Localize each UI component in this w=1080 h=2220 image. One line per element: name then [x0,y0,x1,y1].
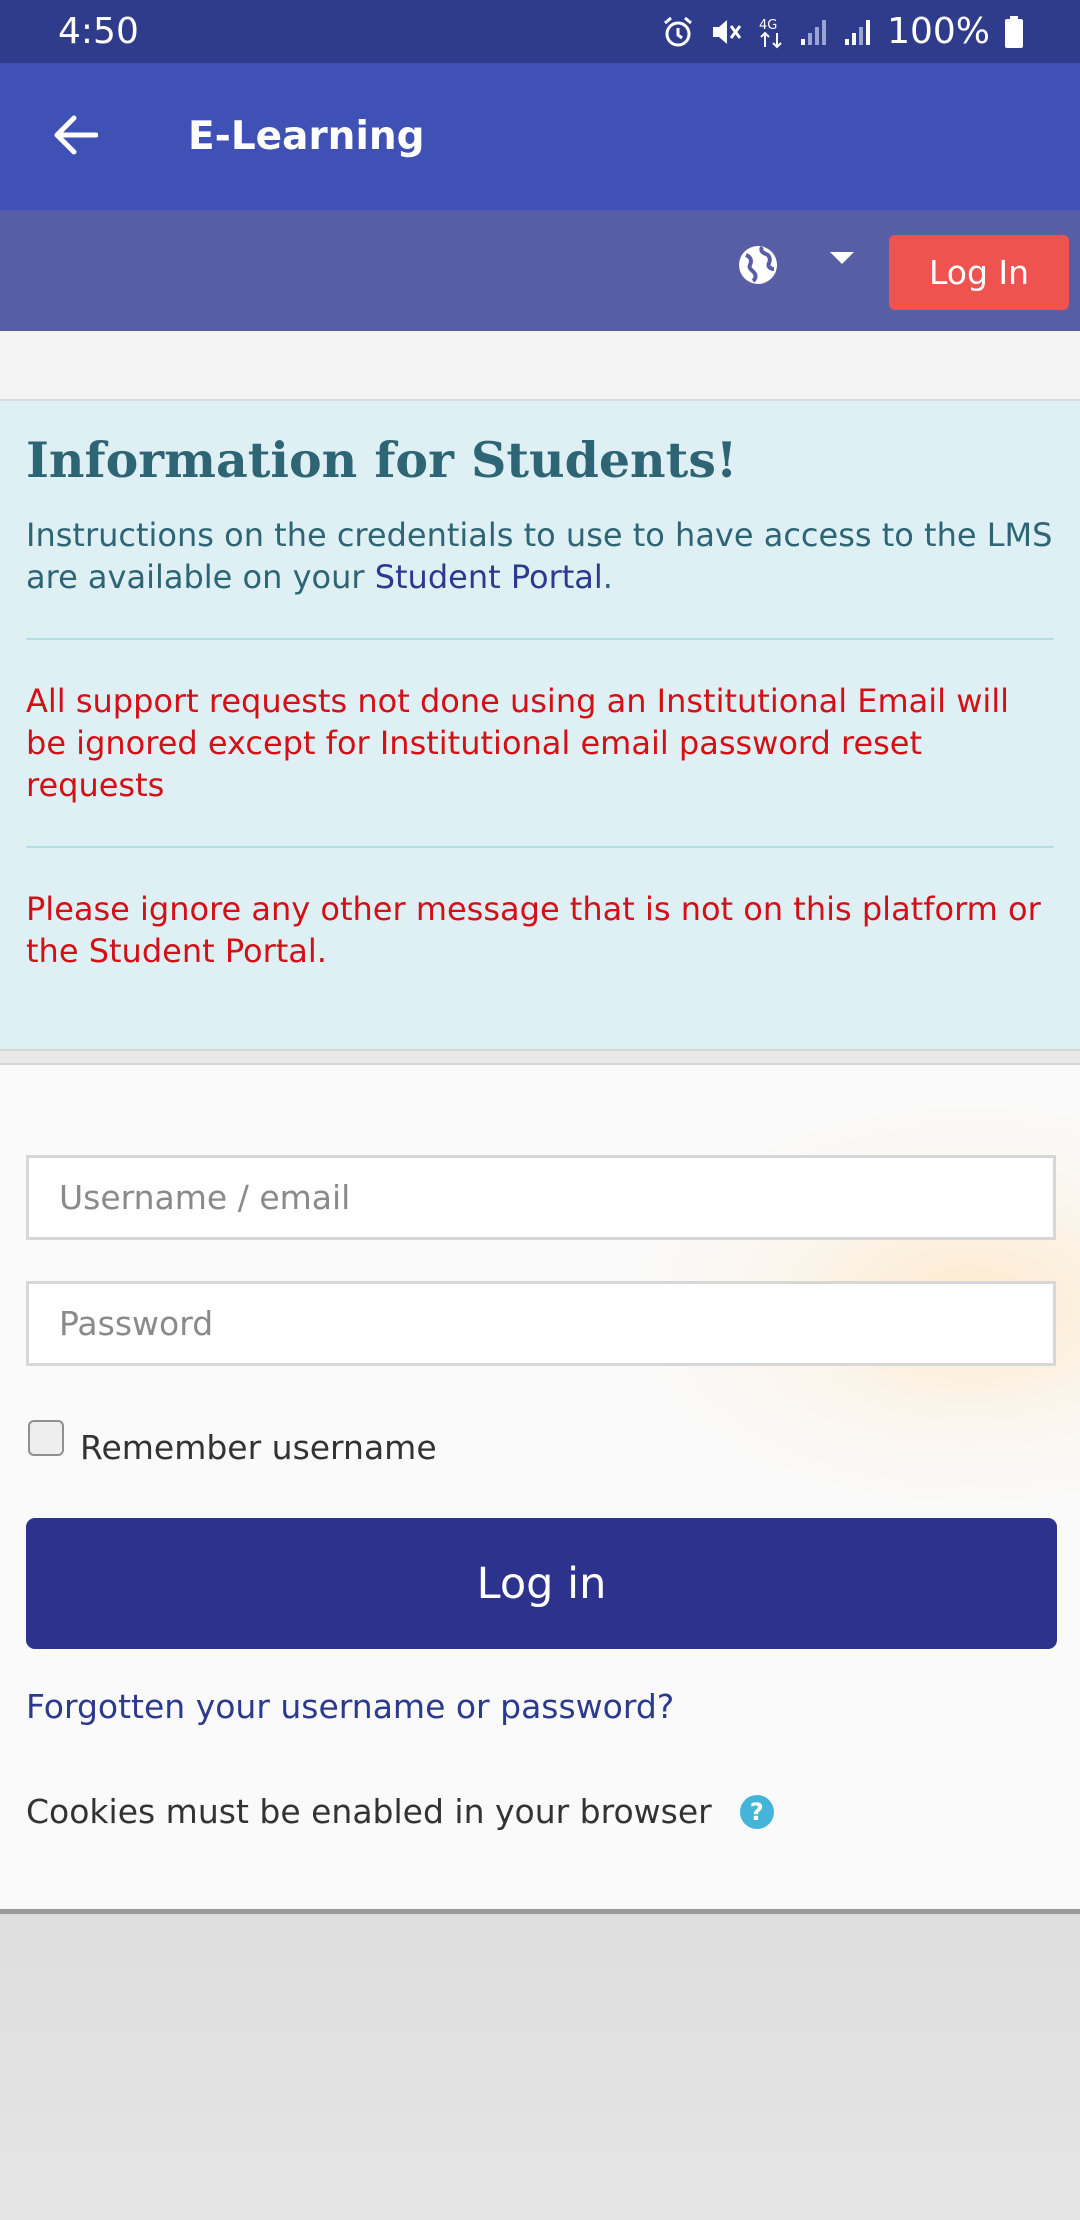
app-title: E-Learning [188,114,425,159]
mute-icon [709,15,743,49]
nav-bar: Log In [0,210,1080,331]
divider [26,637,1054,640]
signal-icon [843,17,873,47]
login-button[interactable]: Log in [26,1518,1057,1649]
caret-down-icon[interactable] [828,250,856,270]
support-warning: All support requests not done using an I… [26,681,1010,804]
status-bar: 4:50 4G 100% [0,0,1080,63]
info-instructions: Instructions on the credentials to use t… [26,514,1054,598]
header-login-button[interactable]: Log In [889,235,1069,310]
battery-level: 100% [887,11,990,52]
username-input[interactable] [26,1155,1056,1240]
remember-username[interactable]: Remember username [28,1408,437,1467]
cookies-notice: Cookies must be enabled in your browser … [26,1792,774,1831]
arrow-left-icon[interactable] [52,115,99,159]
question-circle-icon[interactable]: ? [739,1794,774,1829]
info-title: Information for Students! [26,431,738,489]
status-time: 4:50 [58,11,139,52]
status-icons: 4G 100% [661,11,1024,52]
app-bar: E-Learning [0,63,1080,210]
student-portal-link[interactable]: Student Portal [375,558,603,596]
footer [0,1914,1080,2220]
cookies-text: Cookies must be enabled in your browser [26,1792,712,1831]
spacer [0,331,1080,401]
student-info-alert: Information for Students! Instructions o… [0,401,1080,1049]
remember-label[interactable]: Remember username [80,1428,437,1467]
4g-icon: 4G [757,15,785,49]
phishing-warning: Please ignore any other message that is … [26,889,1041,970]
forgot-password-link[interactable]: Forgotten your username or password? [26,1687,674,1726]
instructions-period: . [602,557,613,596]
password-input[interactable] [26,1281,1056,1366]
remember-checkbox[interactable] [28,1419,64,1456]
svg-text:4G: 4G [759,18,777,33]
battery-icon [1004,15,1024,49]
signal-icon [799,17,829,47]
back-button[interactable] [0,63,150,210]
login-form: Remember username Log in Forgotten your … [0,1065,1080,1909]
alarm-icon [661,15,695,49]
section-separator [0,1049,1080,1065]
divider [26,845,1054,848]
globe-icon[interactable] [736,243,780,291]
